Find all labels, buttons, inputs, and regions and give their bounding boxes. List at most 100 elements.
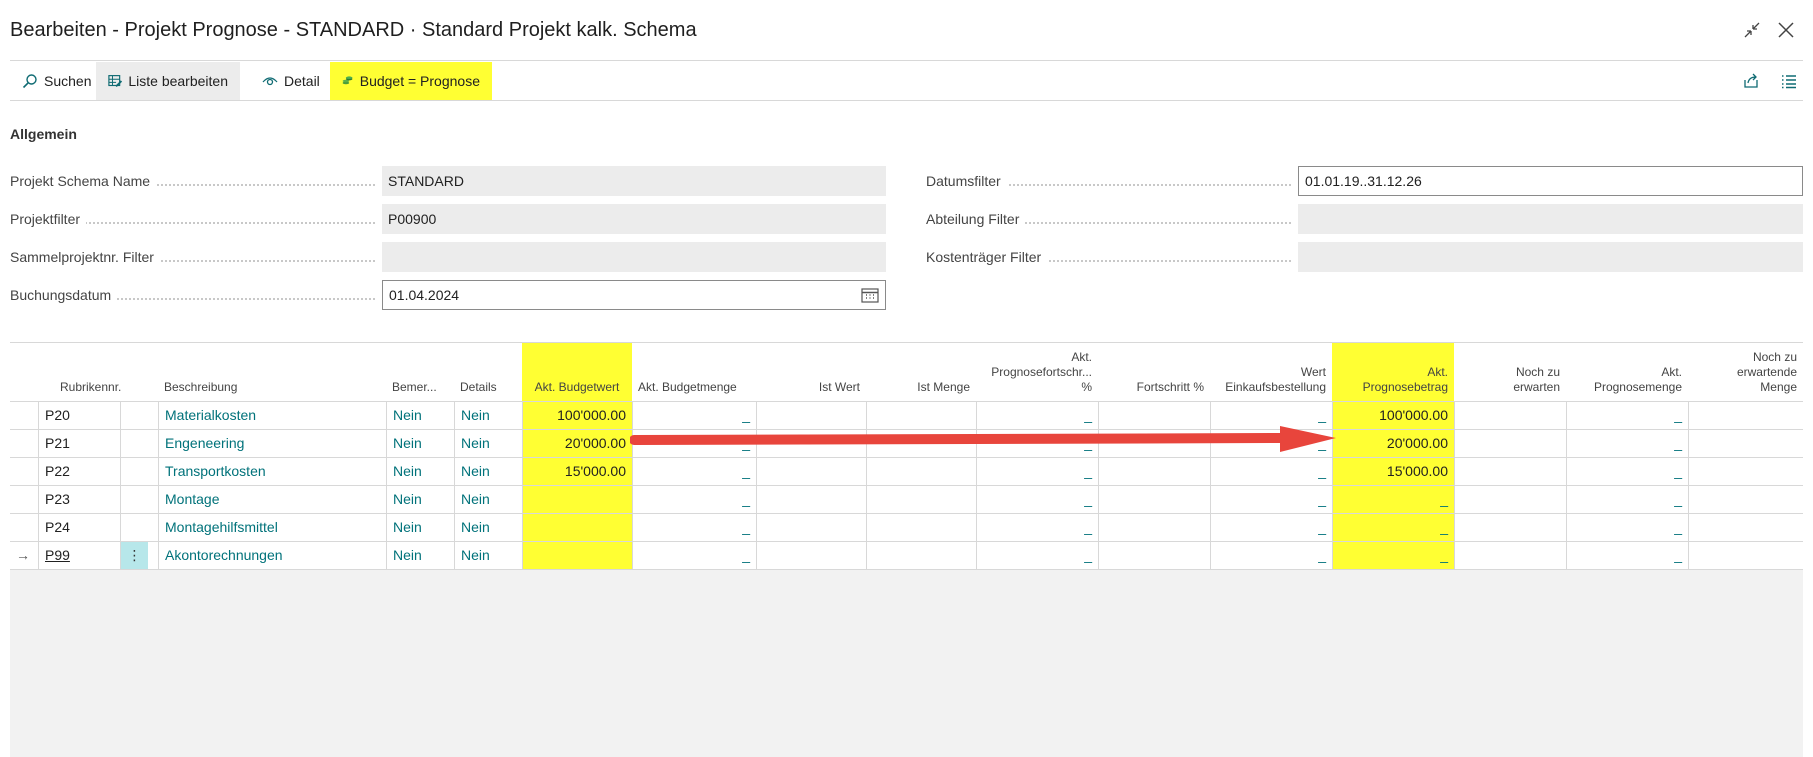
budget-qty-cell[interactable]: _ (632, 486, 756, 513)
description-link[interactable]: Materialkosten (158, 402, 386, 429)
header-still-expected[interactable]: Noch zu erwarten (1454, 343, 1566, 401)
progress-cell[interactable] (1098, 542, 1210, 569)
remark-link[interactable]: Nein (386, 458, 454, 485)
remark-link[interactable]: Nein (386, 402, 454, 429)
actual-qty-cell[interactable] (866, 458, 976, 485)
header-budget-qty[interactable]: Akt. Budgetmenge (632, 343, 756, 401)
still-expected-cell[interactable] (1454, 430, 1566, 457)
budget-value-cell[interactable] (522, 486, 632, 513)
progress-cell[interactable] (1098, 402, 1210, 429)
actual-qty-cell[interactable] (866, 486, 976, 513)
forecast-qty-cell[interactable]: _ (1566, 542, 1688, 569)
table-row[interactable]: → P99 ⋮ Akontorechnungen Nein Nein _ _ _ _ _ (10, 541, 1803, 569)
header-still-expected-qty[interactable]: Noch zu erwartende Menge (1688, 343, 1803, 401)
forecast-progress-cell[interactable]: _ (976, 542, 1098, 569)
description-link[interactable]: Transportkosten (158, 458, 386, 485)
header-forecast-qty[interactable]: Akt. Prognosemenge (1566, 343, 1688, 401)
collapse-icon[interactable] (1740, 18, 1764, 42)
details-link[interactable]: Nein (454, 486, 522, 513)
header-forecast-progress[interactable]: Akt. Prognosefortschr... % (976, 343, 1098, 401)
still-expected-qty-cell[interactable] (1688, 430, 1803, 457)
forecast-progress-cell[interactable]: _ (976, 486, 1098, 513)
actual-value-cell[interactable] (756, 458, 866, 485)
description-link[interactable]: Montage (158, 486, 386, 513)
table-row[interactable]: P23 Montage Nein Nein _ _ _ _ _ (10, 485, 1803, 513)
purchase-value-cell[interactable]: _ (1210, 486, 1332, 513)
forecast-qty-cell[interactable]: _ (1566, 402, 1688, 429)
description-link[interactable]: Akontorechnungen (158, 542, 386, 569)
header-rubric[interactable]: Rubrikennr. (38, 343, 138, 401)
forecast-qty-cell[interactable]: _ (1566, 430, 1688, 457)
progress-cell[interactable] (1098, 486, 1210, 513)
still-expected-cell[interactable] (1454, 486, 1566, 513)
purchase-value-cell[interactable]: _ (1210, 514, 1332, 541)
table-row[interactable]: P24 Montagehilfsmittel Nein Nein _ _ _ _ _ (10, 513, 1803, 541)
still-expected-cell[interactable] (1454, 542, 1566, 569)
details-link[interactable]: Nein (454, 542, 522, 569)
still-expected-qty-cell[interactable] (1688, 486, 1803, 513)
actual-qty-cell[interactable] (866, 542, 976, 569)
header-actual-value[interactable]: Ist Wert (756, 343, 866, 401)
still-expected-qty-cell[interactable] (1688, 514, 1803, 541)
actual-value-cell[interactable] (756, 402, 866, 429)
forecast-amount-cell[interactable]: 20'000.00 (1332, 430, 1454, 457)
budget-value-cell[interactable] (522, 542, 632, 569)
forecast-qty-cell[interactable]: _ (1566, 486, 1688, 513)
still-expected-qty-cell[interactable] (1688, 458, 1803, 485)
forecast-progress-cell[interactable]: _ (976, 402, 1098, 429)
budget-value-cell[interactable]: 15'000.00 (522, 458, 632, 485)
budget-equals-forecast-button[interactable]: Budget = Prognose (330, 62, 492, 100)
details-link[interactable]: Nein (454, 430, 522, 457)
list-view-icon[interactable] (1778, 71, 1800, 91)
forecast-amount-cell[interactable]: _ (1332, 542, 1454, 569)
header-budget-value[interactable]: Akt. Budgetwert (522, 343, 632, 401)
search-button[interactable]: Suchen (10, 62, 106, 100)
remark-link[interactable]: Nein (386, 430, 454, 457)
progress-cell[interactable] (1098, 514, 1210, 541)
description-link[interactable]: Montagehilfsmittel (158, 514, 386, 541)
actual-value-cell[interactable] (756, 542, 866, 569)
actual-qty-cell[interactable] (866, 514, 976, 541)
forecast-amount-cell[interactable]: _ (1332, 514, 1454, 541)
detail-button[interactable]: Detail (250, 62, 332, 100)
details-link[interactable]: Nein (454, 458, 522, 485)
header-remark[interactable]: Bemer... (386, 343, 454, 401)
forecast-qty-cell[interactable]: _ (1566, 514, 1688, 541)
table-row[interactable]: P20 Materialkosten Nein Nein 100'000.00 _ _ _ 10… (10, 401, 1803, 429)
remark-link[interactable]: Nein (386, 514, 454, 541)
header-forecast-amount[interactable]: Akt. Prognosebetrag (1332, 343, 1454, 401)
forecast-progress-cell[interactable]: _ (976, 514, 1098, 541)
budget-qty-cell[interactable]: _ (632, 458, 756, 485)
details-link[interactable]: Nein (454, 514, 522, 541)
header-purchase-value[interactable]: Wert Einkaufsbestellung (1210, 343, 1332, 401)
header-description[interactable]: Beschreibung (158, 343, 386, 401)
budget-qty-cell[interactable]: _ (632, 514, 756, 541)
budget-qty-cell[interactable]: _ (632, 402, 756, 429)
budget-value-cell[interactable]: 20'000.00 (522, 430, 632, 457)
row-actions-menu[interactable]: ⋮ (120, 542, 148, 569)
budget-value-cell[interactable] (522, 514, 632, 541)
purchase-value-cell[interactable]: _ (1210, 458, 1332, 485)
header-actual-qty[interactable]: Ist Menge (866, 343, 976, 401)
header-details[interactable]: Details (454, 343, 522, 401)
remark-link[interactable]: Nein (386, 542, 454, 569)
still-expected-qty-cell[interactable] (1688, 402, 1803, 429)
still-expected-cell[interactable] (1454, 514, 1566, 541)
still-expected-cell[interactable] (1454, 458, 1566, 485)
table-row[interactable]: P22 Transportkosten Nein Nein 15'000.00 _ _ _ 15… (10, 457, 1803, 485)
actual-value-cell[interactable] (756, 514, 866, 541)
still-expected-qty-cell[interactable] (1688, 542, 1803, 569)
actual-value-cell[interactable] (756, 486, 866, 513)
calendar-icon[interactable] (861, 287, 879, 303)
budget-qty-cell[interactable]: _ (632, 542, 756, 569)
close-icon[interactable] (1774, 18, 1798, 42)
date-filter-field[interactable]: 01.01.19..31.12.26 (1298, 166, 1803, 196)
forecast-qty-cell[interactable]: _ (1566, 458, 1688, 485)
forecast-amount-cell[interactable]: 15'000.00 (1332, 458, 1454, 485)
purchase-value-cell[interactable]: _ (1210, 542, 1332, 569)
edit-list-button[interactable]: Liste bearbeiten (96, 62, 240, 100)
header-progress[interactable]: Fortschritt % (1098, 343, 1210, 401)
posting-date-field[interactable]: 01.04.2024 (382, 280, 886, 310)
progress-cell[interactable] (1098, 458, 1210, 485)
forecast-amount-cell[interactable]: _ (1332, 486, 1454, 513)
